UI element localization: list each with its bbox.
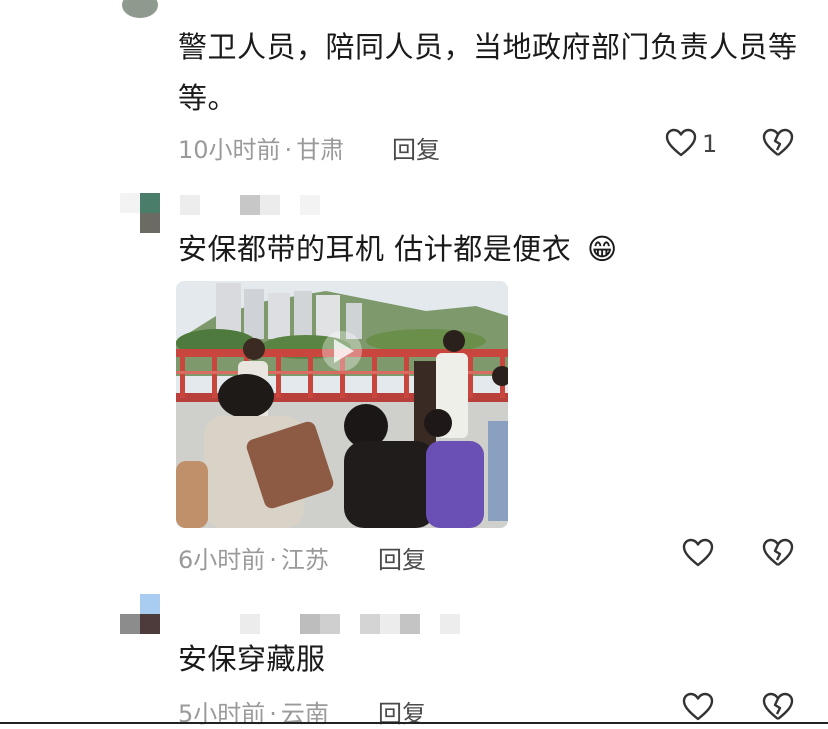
comment-location: 江苏 [280,546,329,574]
broken-heart-icon[interactable] [762,692,794,722]
avatar-comment-2[interactable] [120,193,160,233]
comment-time: 10小时前 [178,136,281,164]
comment-time: 6小时前 [178,546,266,574]
comment-text-line2: 等。 [178,81,238,115]
username-redacted[interactable] [240,614,460,634]
comment-text-line1: 警卫人员，陪同人员，当地政府部门负责人员等 [178,30,798,64]
username-redacted[interactable] [180,195,320,215]
comment-text: 安保穿藏服 [178,642,326,676]
heart-outline-icon[interactable] [682,692,714,722]
comment-meta: 6小时前 · 江苏 [178,540,329,575]
avatar-block [140,213,160,233]
comment-meta: 10小时前 · 甘肃 [178,130,344,165]
reply-button[interactable]: 回复 [378,540,426,575]
like-count: 1 [702,130,718,158]
meta-separator: · [269,546,277,574]
grin-emoji-icon: 😁 [586,232,618,266]
avatar-block [120,614,140,634]
avatar-comment-3[interactable] [120,594,160,634]
broken-heart-icon[interactable] [762,538,794,568]
avatar-block [140,594,160,614]
comment-location: 甘肃 [296,136,345,164]
heart-outline-icon[interactable] [682,538,714,568]
avatar-block [140,193,160,213]
avatar-top[interactable] [122,0,158,18]
broken-heart-icon[interactable] [762,128,794,158]
meta-separator: · [284,136,293,164]
video-scene [176,281,508,528]
avatar-block [120,193,140,213]
comment-body: 安保都带的耳机 估计都是便衣 [178,232,572,266]
video-thumbnail[interactable] [176,281,508,528]
reply-button[interactable]: 回复 [392,130,440,165]
avatar-block [140,614,160,634]
heart-outline-icon[interactable] [665,128,697,158]
comment-text: 安保都带的耳机 估计都是便衣 😁 [178,224,618,274]
